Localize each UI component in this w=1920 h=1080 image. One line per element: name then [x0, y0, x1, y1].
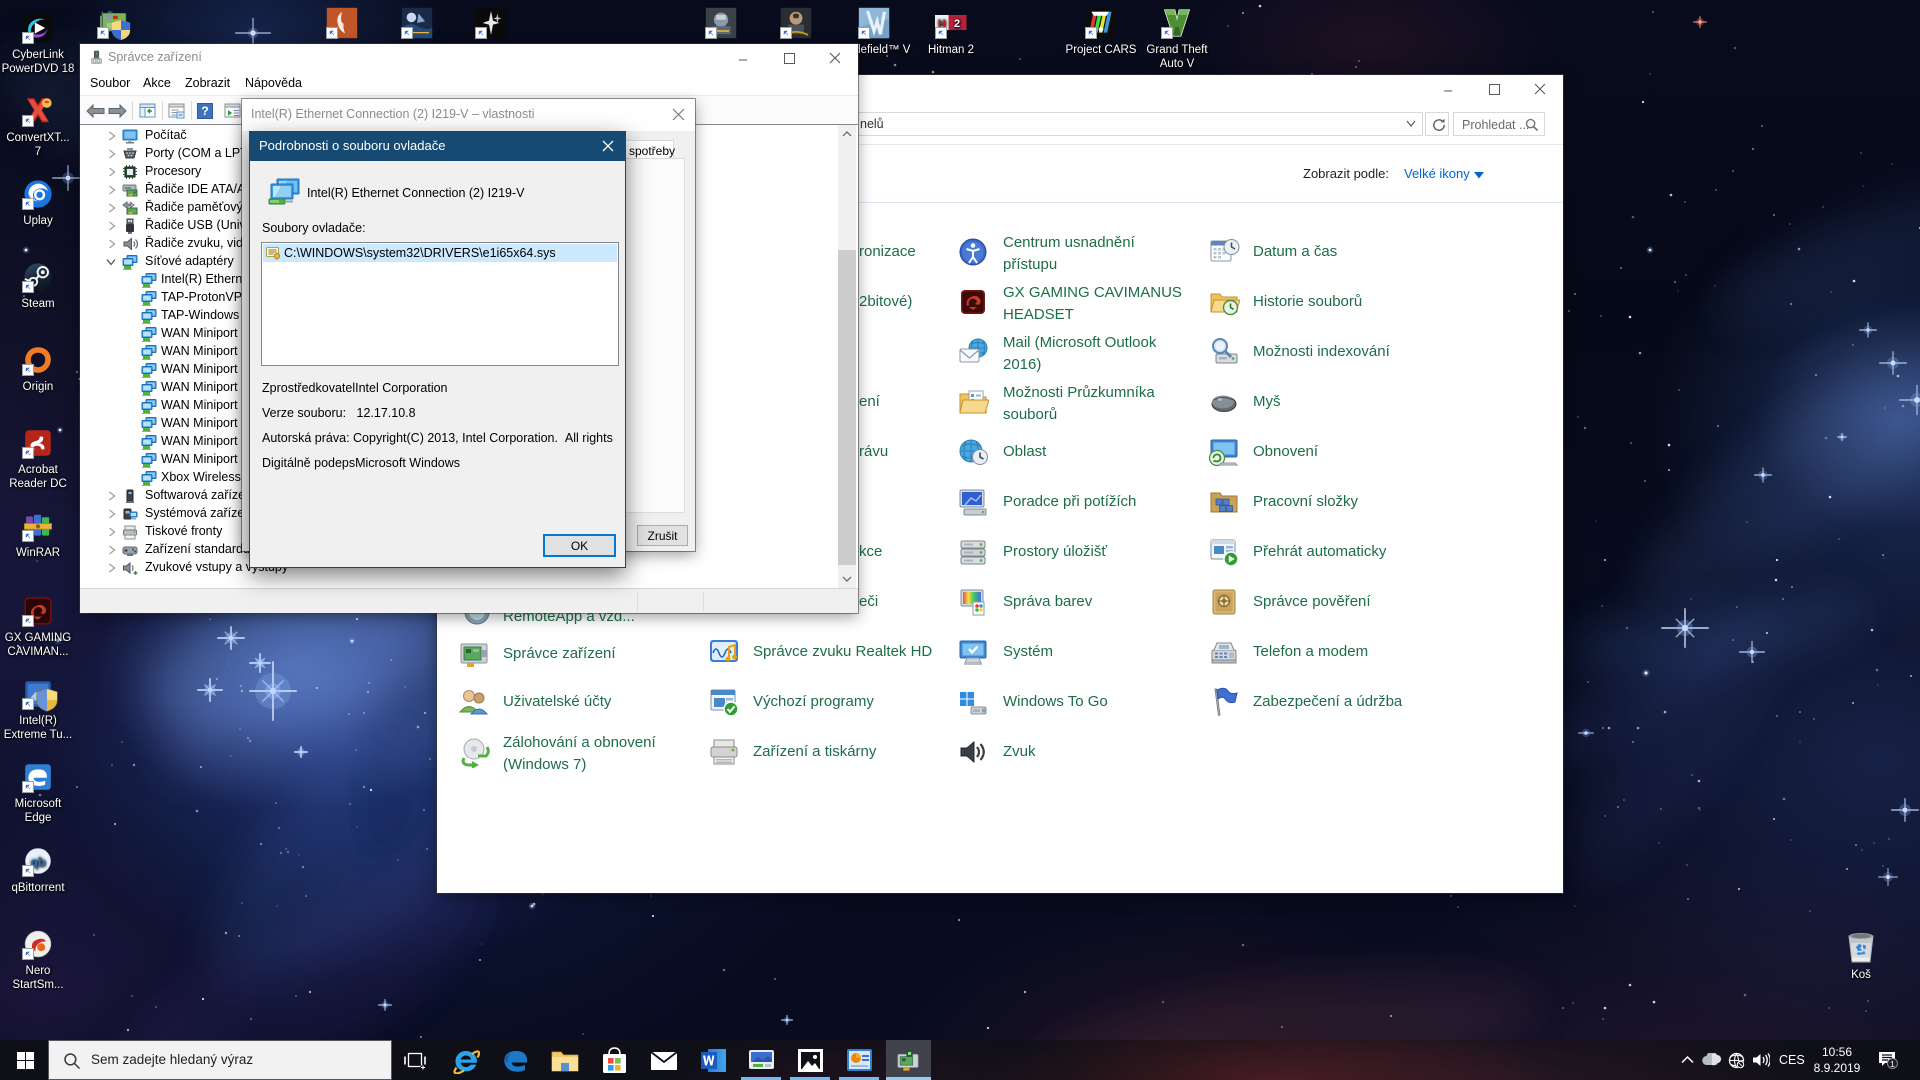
svg-text:1: 1: [1890, 1059, 1895, 1069]
svg-text:2: 2: [954, 18, 960, 30]
